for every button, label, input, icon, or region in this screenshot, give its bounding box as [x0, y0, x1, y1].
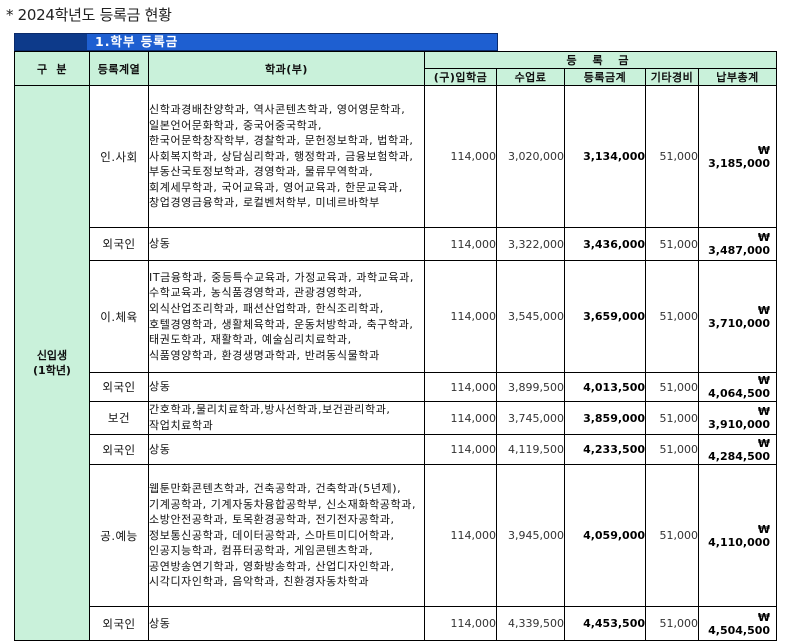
group-cell: 외국인: [89, 227, 149, 261]
entrance-cell: 114,000: [424, 260, 497, 373]
class-fee-cell: 3,745,000: [496, 401, 565, 435]
group-cell: 외국인: [89, 434, 149, 465]
group-cell: 인.사회: [89, 85, 149, 228]
tuition-total-cell: 4,233,500: [564, 434, 646, 465]
table-row: 보건 간호학과,물리치료학과,방사선학과,보건관리학과,작업치료학과 114,0…: [15, 401, 778, 435]
group-cell: 공.예능: [89, 464, 149, 607]
other-fee-cell: 51,000: [645, 260, 699, 373]
grand-total-cell: ₩ 3,710,000: [697, 260, 778, 373]
entrance-cell: 114,000: [424, 227, 497, 261]
entrance-cell: 114,000: [424, 434, 497, 465]
category-cell: 신입생 (1학년): [14, 85, 90, 641]
tuition-total-cell: 3,659,000: [564, 260, 646, 373]
other-fee-cell: 51,000: [645, 85, 699, 228]
tuition-total-cell: 4,059,000: [564, 464, 646, 607]
grand-total-cell: ₩ 4,064,500: [697, 372, 778, 402]
entrance-cell: 114,000: [424, 464, 497, 607]
section-title-bar: 1.학부 등록금: [14, 33, 498, 51]
header-group: 등록계열: [89, 51, 149, 86]
dept-cell: 상동: [148, 227, 425, 261]
table-row: 신입생 (1학년) 인.사회 신학과경배찬양학과, 역사콘텐츠학과, 영어영문학…: [14, 85, 778, 641]
dept-cell: 상동: [148, 372, 425, 402]
dept-cell: IT금융학과, 중등특수교육과, 가정교육과, 과학교육과, 수학교육과, 농식…: [148, 260, 425, 373]
table-row: 외국인 상동 114,000 3,322,000 3,436,000 51,00…: [15, 227, 778, 261]
dept-cell: 간호학과,물리치료학과,방사선학과,보건관리학과,작업치료학과: [148, 401, 425, 435]
header-other-fee: 기타경비: [645, 68, 699, 86]
grand-total-cell: ₩ 4,504,500: [697, 606, 778, 641]
other-fee-cell: 51,000: [645, 372, 699, 402]
header-entrance: (구)입학금: [424, 68, 497, 86]
class-fee-cell: 3,945,000: [496, 464, 565, 607]
entrance-cell: 114,000: [424, 85, 497, 228]
class-fee-cell: 3,322,000: [496, 227, 565, 261]
entrance-cell: 114,000: [424, 606, 497, 641]
tuition-total-cell: 3,859,000: [564, 401, 646, 435]
dept-cell: 상동: [148, 606, 425, 641]
other-fee-cell: 51,000: [645, 227, 699, 261]
other-fee-cell: 51,000: [645, 401, 699, 435]
entrance-cell: 114,000: [424, 401, 497, 435]
section-title-accent: [15, 34, 87, 50]
other-fee-cell: 51,000: [645, 464, 699, 607]
class-fee-cell: 4,119,500: [496, 434, 565, 465]
class-fee-cell: 3,020,000: [496, 85, 565, 228]
header-gubun: 구 분: [14, 51, 90, 86]
class-fee-cell: 3,545,000: [496, 260, 565, 373]
table-row: 외국인 상동 114,000 4,339,500 4,453,500 51,00…: [15, 606, 778, 641]
grand-total-cell: ₩ 3,487,000: [697, 227, 778, 261]
header-class-fee: 수업료: [496, 68, 565, 86]
header-dept: 학과(부): [148, 51, 425, 86]
section-title: 1.학부 등록금: [95, 34, 179, 49]
header-grand-total: 납부총계: [697, 68, 778, 86]
dept-cell: 웹툰만화콘텐츠학과, 건축공학과, 건축학과(5년제), 기계공학과, 기계자동…: [148, 464, 425, 607]
group-cell: 이.체육: [89, 260, 149, 373]
class-fee-cell: 3,899,500: [496, 372, 565, 402]
table-row: 외국인 상동 114,000 3,899,500 4,013,500 51,00…: [15, 372, 778, 402]
header-tuition-group: 등 록 금: [423, 51, 778, 69]
dept-cell: 신학과경배찬양학과, 역사콘텐츠학과, 영어영문학과, 일본언어문화학과, 중국…: [148, 85, 425, 228]
tuition-total-cell: 4,453,500: [564, 606, 646, 641]
entrance-cell: 114,000: [424, 372, 497, 402]
tuition-total-cell: 4,013,500: [564, 372, 646, 402]
tuition-total-cell: 3,436,000: [564, 227, 646, 261]
table-row: 외국인 상동 114,000 4,119,500 4,233,500 51,00…: [15, 434, 778, 465]
grand-total-cell: ₩ 3,185,000: [697, 85, 778, 228]
tuition-total-cell: 3,134,000: [564, 85, 646, 228]
grand-total-cell: ₩ 4,284,500: [697, 434, 778, 465]
class-fee-cell: 4,339,500: [496, 606, 565, 641]
group-cell: 외국인: [89, 372, 149, 402]
group-cell: 외국인: [89, 606, 149, 641]
grand-total-cell: ₩ 3,910,000: [697, 401, 778, 435]
table-row: 이.체육 IT금융학과, 중등특수교육과, 가정교육과, 과학교육과, 수학교육…: [15, 260, 778, 373]
table-row: 공.예능 웹툰만화콘텐츠학과, 건축공학과, 건축학과(5년제), 기계공학과,…: [15, 464, 778, 607]
tuition-table: 구 분 등록계열 학과(부) 등 록 금 (구)입학금 수업료 등록금계 기타경…: [14, 51, 778, 641]
dept-cell: 상동: [148, 434, 425, 465]
other-fee-cell: 51,000: [645, 434, 699, 465]
other-fee-cell: 51,000: [645, 606, 699, 641]
header-tuition-total: 등록금계: [564, 68, 646, 86]
grand-total-cell: ₩ 4,110,000: [697, 464, 778, 607]
page-heading: * 2024학년도 등록금 현황: [6, 6, 172, 24]
group-cell: 보건: [89, 401, 149, 435]
